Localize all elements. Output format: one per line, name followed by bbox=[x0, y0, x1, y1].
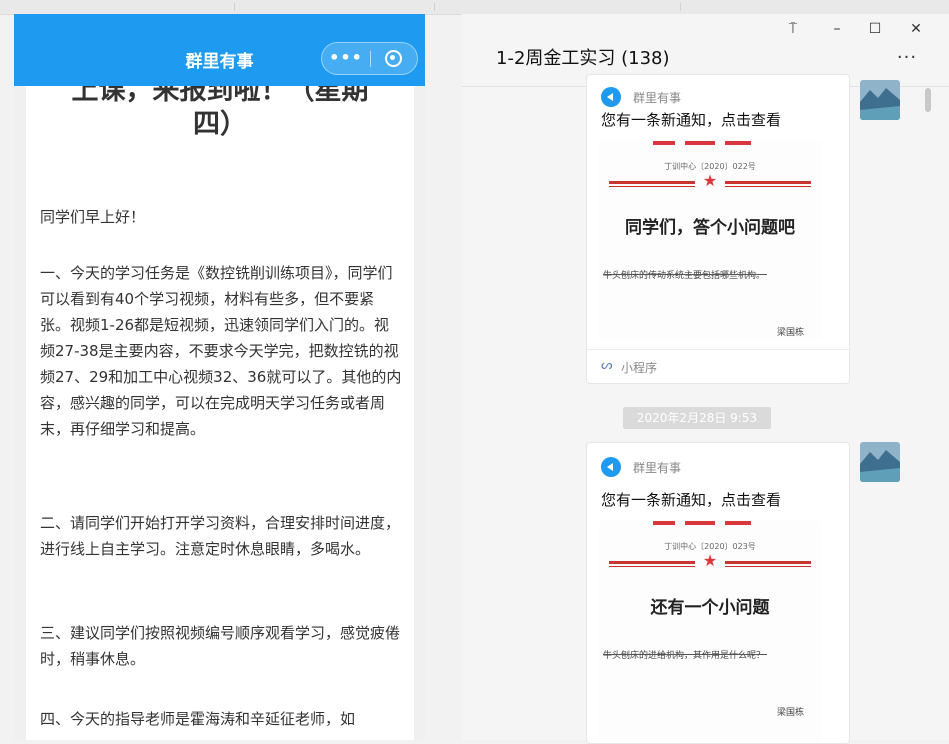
tab-segment bbox=[234, 3, 435, 11]
card-footer: ᔕ 小程序 bbox=[587, 349, 849, 384]
capsule-menu: ••• bbox=[321, 42, 418, 75]
poster-heading-fragment bbox=[645, 141, 765, 147]
speaker-icon bbox=[601, 87, 621, 107]
poster-rule bbox=[725, 561, 811, 564]
poster-rule bbox=[609, 186, 695, 187]
card-footer-label: 小程序 bbox=[621, 361, 658, 375]
close-dot-icon bbox=[390, 55, 395, 60]
card-description: 您有一条新通知，点击查看 bbox=[601, 491, 782, 509]
avatar[interactable] bbox=[860, 80, 900, 120]
pin-icon[interactable]: ⍑ bbox=[784, 20, 802, 38]
tab-segment bbox=[540, 3, 681, 11]
poster-rule bbox=[609, 561, 695, 564]
mini-program-header: 群里有事 ••• bbox=[14, 14, 425, 86]
article-paragraph: 一、今天的学习任务是《数控铣削训练项目》，同学们可以看到有40个学习视频，材料有… bbox=[40, 264, 402, 438]
card-source-name: 群里有事 bbox=[633, 461, 682, 475]
poster-title: 还有一个小问题 bbox=[650, 598, 770, 618]
speaker-icon bbox=[601, 457, 621, 477]
poster-heading-fragment bbox=[645, 521, 765, 527]
poster-strike-line bbox=[603, 654, 767, 655]
poster-strike-line bbox=[603, 274, 767, 275]
maximize-icon[interactable]: ☐ bbox=[866, 20, 884, 38]
poster-rule bbox=[609, 181, 695, 184]
close-icon[interactable]: ✕ bbox=[907, 20, 925, 38]
avatar-image bbox=[860, 80, 900, 120]
card-description: 您有一条新通知，点击查看 bbox=[601, 111, 782, 129]
poster-rule bbox=[725, 186, 811, 187]
article-paragraph: 四、今天的指导老师是霍海涛和辛延征老师，如 bbox=[40, 710, 356, 728]
card-poster: 丁训中心〔2020〕023号 ★ 还有一个小问题 牛头刨床的进给机构，其作用是什… bbox=[599, 521, 821, 741]
tab-segment bbox=[34, 3, 235, 11]
mini-program-icon: ᔕ bbox=[601, 358, 613, 373]
avatar-image bbox=[860, 442, 900, 482]
star-icon: ★ bbox=[702, 171, 718, 190]
minimize-icon[interactable]: – bbox=[828, 20, 846, 38]
poster-rule bbox=[725, 181, 811, 184]
close-mini-program-button[interactable] bbox=[371, 43, 417, 74]
message-timestamp: 2020年2月28日 9:53 bbox=[623, 407, 771, 429]
article-paragraph: 三、建议同学们按照视频编号顺序观看学习，感觉疲倦时，稍事休息。 bbox=[40, 624, 401, 668]
article-title: 上课，来报到啦！（星期四） bbox=[71, 86, 369, 140]
star-icon: ★ bbox=[702, 551, 718, 570]
message-card[interactable]: 群里有事 您有一条新通知，点击查看 丁训中心〔2020〕023号 ★ 还有一个小… bbox=[586, 442, 850, 744]
more-options-button[interactable]: ••• bbox=[322, 43, 370, 74]
poster-signature: 梁国栋 bbox=[777, 708, 805, 718]
article-paragraph: 同学们早上好！ bbox=[40, 208, 146, 226]
card-source-name: 群里有事 bbox=[633, 91, 682, 105]
poster-signature: 梁国栋 bbox=[777, 328, 805, 338]
scrollbar-thumb[interactable] bbox=[925, 88, 931, 112]
top-tab-strip bbox=[0, 0, 949, 15]
chat-title: 1-2周金工实习 (138) bbox=[496, 48, 670, 69]
message-card[interactable]: 群里有事 您有一条新通知，点击查看 丁训中心〔2020〕022号 ★ 同学们，答… bbox=[586, 74, 850, 384]
chat-scrollbar[interactable] bbox=[924, 86, 932, 740]
chat-window: ⍑ – ☐ ✕ 1-2周金工实习 (138) ··· 群里有事 您有一条新通知，… bbox=[462, 14, 949, 744]
poster-rule bbox=[609, 566, 695, 567]
avatar[interactable] bbox=[860, 442, 900, 482]
mini-program-window: 群里有事 ••• 上课，来报到啦！（星期四） 同学们早上好！ 一、今天的学习任务… bbox=[14, 14, 425, 740]
poster-rule bbox=[725, 566, 811, 567]
card-poster: 丁训中心〔2020〕022号 ★ 同学们，答个小问题吧 牛头刨床的传动系统主要包… bbox=[599, 141, 821, 339]
poster-title: 同学们，答个小问题吧 bbox=[625, 218, 795, 238]
chat-more-button[interactable]: ··· bbox=[892, 48, 922, 68]
article-content[interactable]: 上课，来报到啦！（星期四） 同学们早上好！ 一、今天的学习任务是《数控铣削训练项… bbox=[26, 86, 414, 740]
article-paragraph: 二、请同学们开始打开学习资料，合理安排时间进度，进行线上自主学习。注意定时休息眼… bbox=[40, 514, 401, 558]
